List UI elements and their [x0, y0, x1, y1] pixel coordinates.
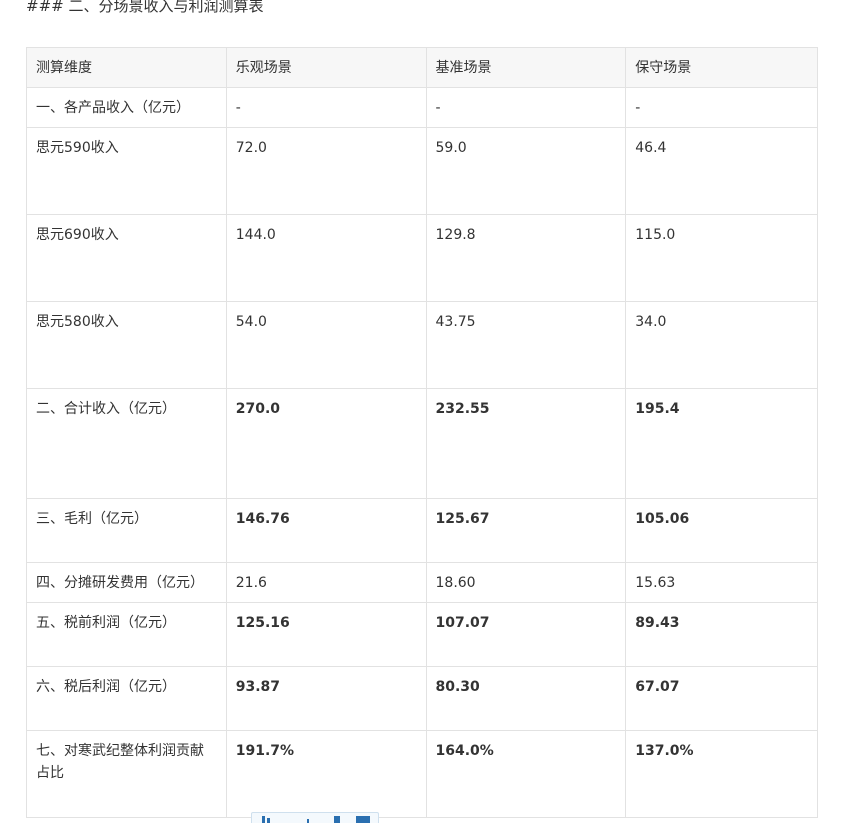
cell-conservative: 15.63 — [625, 562, 818, 603]
table-row: 一、各产品收入（亿元） - - - — [26, 87, 818, 128]
cell-baseline: 125.67 — [425, 498, 627, 563]
cell-optimistic: 144.0 — [225, 214, 427, 302]
cell-conservative: 89.43 — [625, 602, 818, 667]
cell-baseline: 164.0% — [425, 730, 627, 818]
cell-conservative: 105.06 — [625, 498, 818, 563]
section-heading: ### 二、分场景收入与利润测算表 — [26, 0, 264, 15]
header-dimension: 测算维度 — [26, 47, 227, 88]
cell-baseline: 80.30 — [425, 666, 627, 731]
table-row: 思元590收入 72.0 59.0 46.4 — [26, 127, 818, 215]
row-label: 思元590收入 — [26, 127, 227, 215]
table-row: 四、分摊研发费用（亿元） 21.6 18.60 15.63 — [26, 562, 818, 603]
cell-optimistic: 146.76 — [225, 498, 427, 563]
header-conservative: 保守场景 — [625, 47, 818, 88]
header-baseline: 基准场景 — [425, 47, 627, 88]
cell-conservative: 115.0 — [625, 214, 818, 302]
cell-optimistic: 125.16 — [225, 602, 427, 667]
table-row: 思元690收入 144.0 129.8 115.0 — [26, 214, 818, 302]
cell-baseline: 43.75 — [425, 301, 627, 389]
chart-toolbar-icon[interactable] — [307, 819, 309, 823]
cell-conservative: 46.4 — [625, 127, 818, 215]
table-row: 二、合计收入（亿元） 270.0 232.55 195.4 — [26, 388, 818, 499]
cell-optimistic: 54.0 — [225, 301, 427, 389]
cell-optimistic: 21.6 — [225, 562, 427, 603]
cell-conservative: 67.07 — [625, 666, 818, 731]
table-row: 六、税后利润（亿元） 93.87 80.30 67.07 — [26, 666, 818, 731]
cell-optimistic: - — [225, 87, 427, 128]
cell-optimistic: 72.0 — [225, 127, 427, 215]
chart-toolbar-icon[interactable] — [267, 818, 270, 823]
row-label: 四、分摊研发费用（亿元） — [26, 562, 227, 603]
row-label: 三、毛利（亿元） — [26, 498, 227, 563]
cell-conservative: 137.0% — [625, 730, 818, 818]
cell-baseline: 129.8 — [425, 214, 627, 302]
table-row: 五、税前利润（亿元） 125.16 107.07 89.43 — [26, 602, 818, 667]
row-label: 七、对寒武纪整体利润贡献占比 — [26, 730, 227, 818]
row-label: 思元690收入 — [26, 214, 227, 302]
cell-baseline: 232.55 — [425, 388, 627, 499]
row-label: 二、合计收入（亿元） — [26, 388, 227, 499]
row-label: 思元580收入 — [26, 301, 227, 389]
table-row: 思元580收入 54.0 43.75 34.0 — [26, 301, 818, 389]
cell-conservative: 195.4 — [625, 388, 818, 499]
scenario-table: 测算维度 乐观场景 基准场景 保守场景 一、各产品收入（亿元） - - - 思元… — [26, 47, 818, 818]
row-label: 六、税后利润（亿元） — [26, 666, 227, 731]
cell-conservative: 34.0 — [625, 301, 818, 389]
cell-baseline: 59.0 — [425, 127, 627, 215]
table-row: 七、对寒武纪整体利润贡献占比 191.7% 164.0% 137.0% — [26, 730, 818, 818]
cell-optimistic: 270.0 — [225, 388, 427, 499]
chart-toolbar[interactable] — [251, 812, 379, 823]
cell-conservative: - — [625, 87, 818, 128]
cell-baseline: 18.60 — [425, 562, 627, 603]
cell-baseline: - — [425, 87, 627, 128]
header-optimistic: 乐观场景 — [225, 47, 427, 88]
cell-optimistic: 93.87 — [225, 666, 427, 731]
row-label: 五、税前利润（亿元） — [26, 602, 227, 667]
cell-optimistic: 191.7% — [225, 730, 427, 818]
cell-baseline: 107.07 — [425, 602, 627, 667]
table-header-row: 测算维度 乐观场景 基准场景 保守场景 — [26, 47, 818, 88]
table-row: 三、毛利（亿元） 146.76 125.67 105.06 — [26, 498, 818, 563]
row-label: 一、各产品收入（亿元） — [26, 87, 227, 128]
